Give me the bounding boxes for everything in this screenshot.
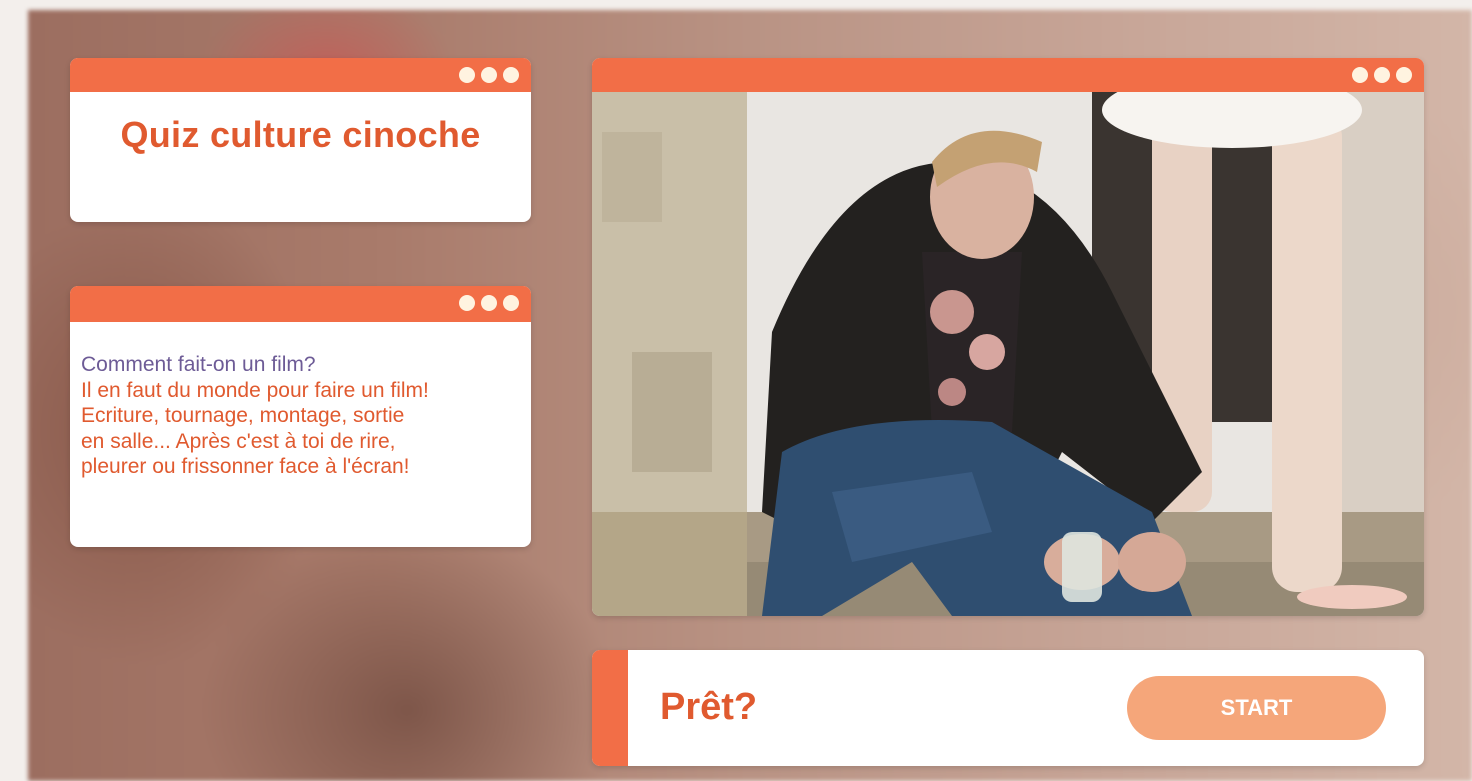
dot-icon [1396, 67, 1412, 83]
ready-bar: Prêt? START [592, 650, 1424, 766]
info-line: en salle... Après c'est à toi de rire, [81, 429, 396, 453]
dot-icon [503, 67, 519, 83]
dot-icon [459, 67, 475, 83]
dot-icon [1352, 67, 1368, 83]
window-titlebar [70, 58, 531, 92]
info-line: Ecriture, tournage, montage, sortie [81, 404, 405, 427]
window-dots [459, 295, 519, 311]
dot-icon [503, 295, 519, 311]
ready-label: Prêt? [660, 686, 758, 728]
window-titlebar [592, 58, 1424, 92]
dot-icon [481, 295, 497, 311]
window-titlebar [70, 286, 531, 322]
image-card [592, 58, 1424, 616]
info-card: Comment fait-on un film? Il en faut du m… [70, 286, 531, 547]
film-still-image [592, 92, 1424, 616]
window-dots [459, 67, 519, 83]
dot-icon [1374, 67, 1390, 83]
info-line: Il en faut du monde pour faire un film! [81, 378, 429, 402]
quiz-title: Quiz culture cinoche [120, 114, 481, 155]
title-card: Quiz culture cinoche [70, 58, 531, 222]
accent-stripe [592, 650, 628, 766]
window-dots [1352, 67, 1412, 83]
info-heading: Comment fait-on un film? [81, 353, 316, 376]
start-button[interactable]: START [1127, 676, 1386, 740]
dot-icon [459, 295, 475, 311]
dot-icon [481, 67, 497, 83]
info-line: pleurer ou frissonner face à l'écran! [81, 455, 410, 478]
info-body: Comment fait-on un film? Il en faut du m… [70, 322, 531, 480]
